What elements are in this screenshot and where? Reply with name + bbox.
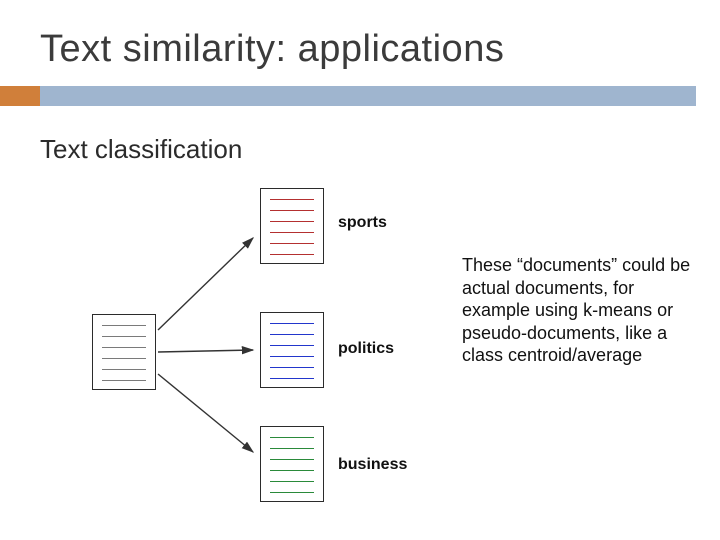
arrow-to-business	[158, 374, 253, 452]
doc-line	[270, 470, 314, 471]
doc-line	[270, 232, 314, 233]
arrow-to-politics	[158, 350, 253, 352]
title-underline	[0, 86, 720, 106]
doc-line	[270, 378, 314, 379]
doc-line	[102, 369, 146, 370]
doc-line	[270, 437, 314, 438]
doc-line	[102, 336, 146, 337]
slide-title: Text similarity: applications	[40, 28, 504, 71]
business-document-icon	[260, 426, 324, 502]
sports-label: sports	[338, 214, 387, 232]
doc-line	[102, 358, 146, 359]
explanatory-note: These “documents” could be actual docume…	[462, 254, 700, 367]
doc-line	[270, 481, 314, 482]
politics-label: politics	[338, 340, 394, 358]
doc-line	[270, 254, 314, 255]
doc-line	[270, 221, 314, 222]
doc-line	[270, 210, 314, 211]
doc-line	[270, 323, 314, 324]
doc-line	[270, 334, 314, 335]
doc-line	[270, 243, 314, 244]
title-underline-accent	[0, 86, 40, 106]
doc-line	[102, 325, 146, 326]
doc-line	[270, 448, 314, 449]
arrow-to-sports	[158, 238, 253, 330]
doc-line	[102, 380, 146, 381]
sports-document-icon	[260, 188, 324, 264]
doc-line	[270, 367, 314, 368]
section-heading: Text classification	[40, 134, 242, 165]
doc-line	[270, 356, 314, 357]
doc-line	[102, 347, 146, 348]
doc-line	[270, 492, 314, 493]
source-document-icon	[92, 314, 156, 390]
doc-line	[270, 345, 314, 346]
doc-line	[270, 199, 314, 200]
title-underline-bar	[40, 86, 696, 106]
doc-line	[270, 459, 314, 460]
politics-document-icon	[260, 312, 324, 388]
business-label: business	[338, 456, 407, 474]
